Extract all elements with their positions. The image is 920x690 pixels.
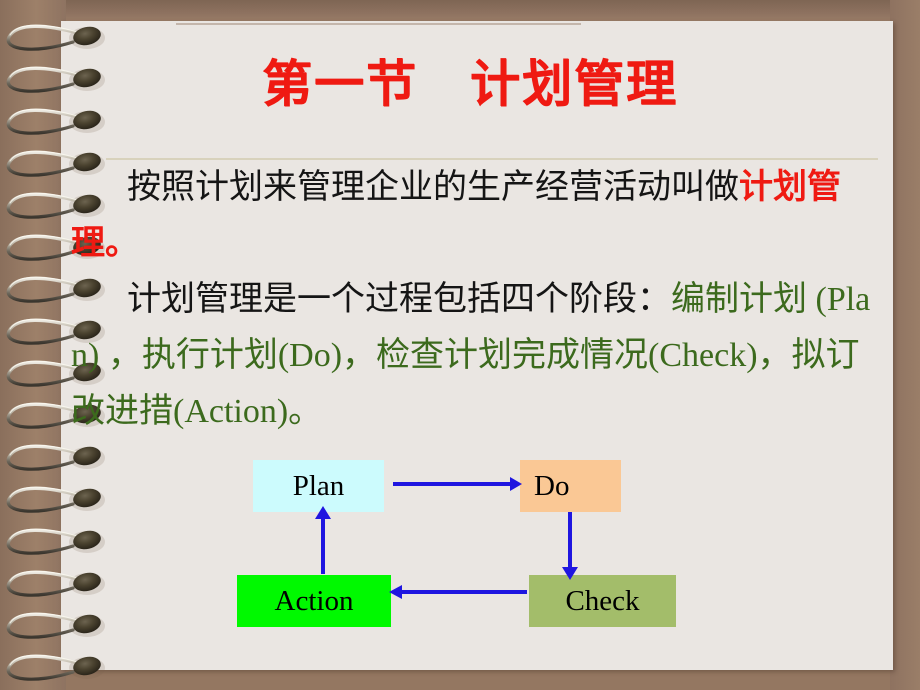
diagram-box-check: Check	[529, 575, 676, 627]
paragraph1-lead: 按照计划来管理企业的生产经营活动叫做	[127, 169, 739, 206]
paragraph2-lead: 计划管理是一个过程包括四个阶段：	[127, 281, 671, 318]
diagram-box-do-label: Do	[534, 469, 570, 502]
pdca-cycle-diagram: Plan Do Check Action	[61, 450, 893, 650]
page-top-hairline	[176, 23, 581, 25]
board-right-shade	[890, 0, 920, 690]
arrow-action-to-plan-icon	[315, 506, 331, 574]
arrow-plan-to-do-icon	[393, 477, 522, 491]
diagram-box-plan-label: Plan	[292, 469, 345, 502]
diagram-box-check-label: Check	[565, 584, 640, 617]
diagram-box-plan: Plan	[253, 460, 384, 512]
slide-canvas: 第一节 计划管理 按照计划来管理企业的生产经营活动叫做计划管理。 计划管理是一个…	[0, 0, 920, 690]
arrow-check-to-action-icon	[389, 585, 527, 599]
board-top-shade	[0, 0, 920, 22]
page-title: 第一节 计划管理	[262, 56, 678, 112]
diagram-box-action: Action	[237, 575, 391, 627]
title-block: 第一节 计划管理	[61, 46, 893, 160]
board-left-shade	[0, 0, 66, 690]
paragraph-stages: 计划管理是一个过程包括四个阶段：编制计划 (Plan) ，执行计划(Do)，检查…	[61, 272, 893, 440]
body-content: 按照计划来管理企业的生产经营活动叫做计划管理。 计划管理是一个过程包括四个阶段：…	[61, 160, 893, 440]
arrow-do-to-check-icon	[562, 512, 578, 580]
diagram-box-do: Do	[520, 460, 621, 512]
diagram-box-action-label: Action	[274, 584, 354, 617]
paragraph-definition: 按照计划来管理企业的生产经营活动叫做计划管理。	[61, 160, 893, 272]
